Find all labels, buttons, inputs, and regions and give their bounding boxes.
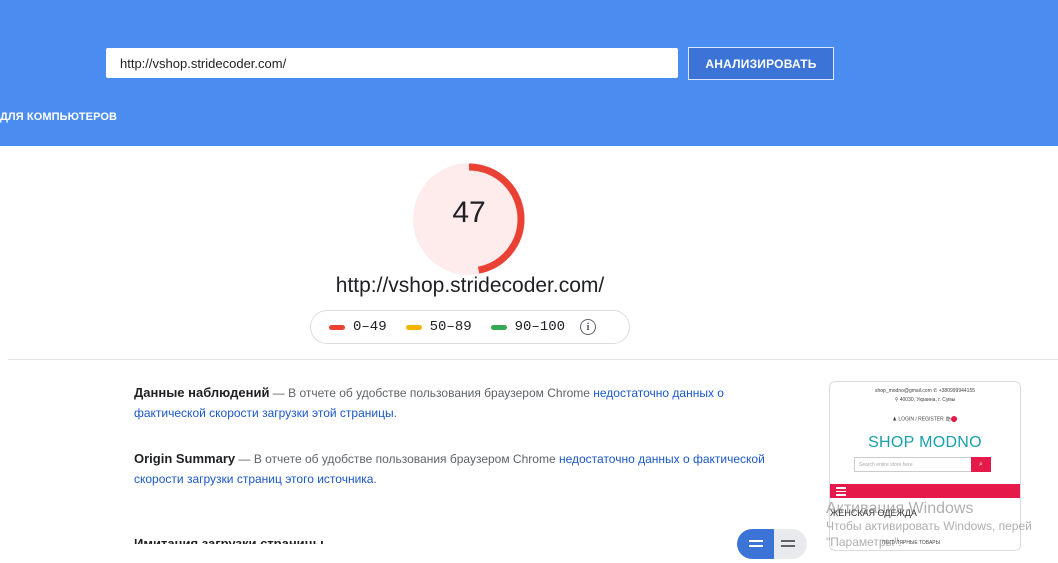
thumb-search-input: Search entire store here <box>854 457 972 472</box>
legend-pass-marker <box>490 324 507 330</box>
field-data-end: . <box>393 406 397 420</box>
analyzed-url: http://vshop.stridecoder.com/ <box>335 274 605 297</box>
thumb-contact: shop_modno@gmail.com ✆ +380999944155 <box>874 388 976 394</box>
field-data-separator: — <box>269 386 289 400</box>
score-value: 47 <box>452 196 486 229</box>
tab-desktop[interactable]: ДЛЯ КОМПЬЮТЕРОВ <box>0 111 117 123</box>
legend-fail-marker <box>329 324 345 330</box>
legend-item-fail: 0–49 <box>329 319 387 335</box>
field-data-section: Данные наблюдений — В отчете об удобстве… <box>134 383 774 423</box>
watermark-line2: Чтобы активировать Windows, перей <box>826 519 1032 533</box>
url-input[interactable] <box>106 48 678 78</box>
field-data-text: В отчете об удобстве пользования браузер… <box>288 386 594 400</box>
windows-activation-watermark: Активация Windows Чтобы активировать Win… <box>826 500 1032 550</box>
lab-data-heading: Имитация загрузки страницы <box>134 536 324 544</box>
watermark-title: Активация Windows <box>826 500 974 517</box>
field-data-title: Данные наблюдений <box>134 385 270 400</box>
view-toggle[interactable] <box>737 529 807 559</box>
watermark-line3: "Параметры". <box>826 535 902 549</box>
divider <box>8 359 1058 360</box>
legend-average-marker <box>405 324 422 330</box>
thumb-login: ♟ LOGIN / REGISTER 🛍 <box>830 416 1020 422</box>
list-view-icon[interactable] <box>749 540 763 550</box>
score-legend: 0–49 50–89 90–100 i <box>310 310 630 344</box>
thumb-logo: SHOP MODNO <box>868 434 982 451</box>
legend-average-label: 50–89 <box>429 319 472 335</box>
thumb-address: ⚲ 40030, Украина, г. Сумы <box>894 397 956 403</box>
table-view-icon[interactable] <box>781 540 795 550</box>
info-icon[interactable]: i <box>580 319 597 335</box>
thumb-menu-bar <box>830 484 1020 498</box>
origin-summary-text: В отчете об удобстве пользования браузер… <box>253 452 559 466</box>
legend-fail-label: 0–49 <box>353 319 387 335</box>
origin-summary-title: Origin Summary <box>134 451 236 466</box>
origin-summary-section: Origin Summary — В отчете об удобстве по… <box>134 449 774 489</box>
hamburger-icon <box>836 487 846 498</box>
legend-item-pass: 90–100 <box>490 319 566 335</box>
origin-summary-end: . <box>373 472 377 486</box>
legend-item-average: 50–89 <box>405 319 472 335</box>
cart-badge <box>951 416 958 422</box>
analyze-button[interactable]: АНАЛИЗИРОВАТЬ <box>688 47 834 80</box>
thumb-login-label: ♟ LOGIN / REGISTER <box>892 416 944 423</box>
origin-summary-separator: — <box>235 452 254 466</box>
legend-pass-label: 90–100 <box>514 319 566 335</box>
search-icon: ⌕ <box>971 457 991 472</box>
